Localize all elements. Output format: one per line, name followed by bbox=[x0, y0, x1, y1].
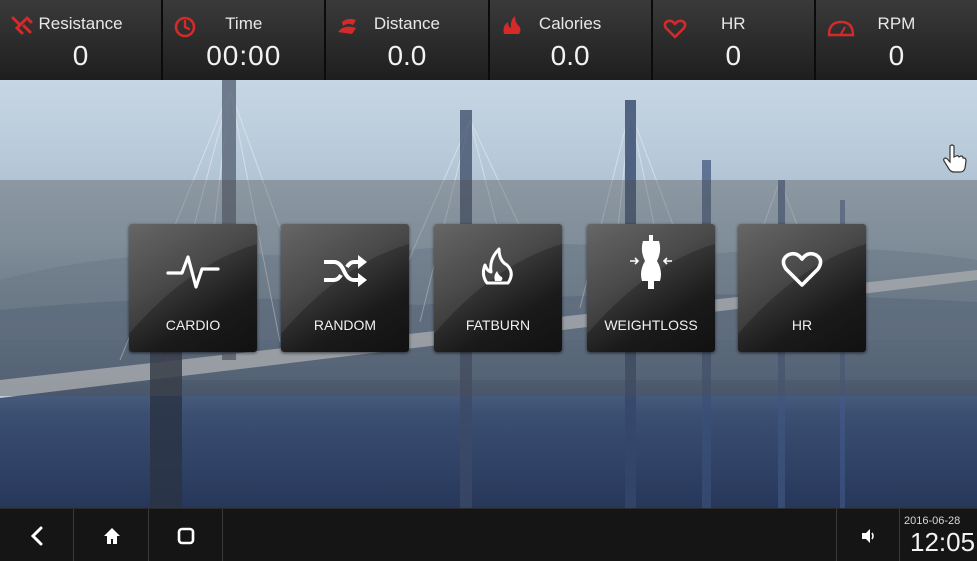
stat-calories: Calories 0.0 bbox=[490, 0, 653, 80]
recents-icon bbox=[177, 527, 194, 544]
stat-value: 0 bbox=[72, 40, 89, 71]
program-label: HR bbox=[791, 317, 813, 333]
pulse-icon bbox=[166, 255, 220, 289]
program-label: WEIGHTLOSS bbox=[604, 317, 698, 333]
stat-label: Time bbox=[225, 14, 263, 33]
stat-label: HR bbox=[720, 14, 746, 33]
recents-button[interactable] bbox=[149, 509, 223, 561]
stat-label: Resistance bbox=[38, 14, 123, 33]
stat-label: RPM bbox=[877, 14, 916, 33]
system-bar: 2016-06-28 12:05 bbox=[0, 508, 977, 561]
flame-icon bbox=[481, 247, 513, 285]
stat-time: Time 00:00 bbox=[163, 0, 327, 80]
stat-value: 0 bbox=[725, 40, 742, 71]
volume-icon bbox=[862, 528, 874, 543]
system-clock: 12:05 bbox=[910, 527, 976, 557]
hand-cursor-icon bbox=[943, 144, 967, 173]
system-date: 2016-06-28 bbox=[904, 515, 961, 527]
stat-value: 0.0 bbox=[550, 40, 590, 71]
program-tile-fatburn[interactable]: FATBURN bbox=[434, 224, 562, 352]
program-tile-cardio[interactable]: CARDIO bbox=[129, 224, 257, 352]
stat-value: 0 bbox=[888, 40, 905, 71]
program-tile-random[interactable]: RANDOM bbox=[281, 224, 409, 352]
body-icon bbox=[630, 235, 672, 289]
program-label: CARDIO bbox=[165, 317, 221, 333]
program-label: FATBURN bbox=[465, 317, 531, 333]
stat-hr: HR 0 bbox=[653, 0, 816, 80]
home-button[interactable] bbox=[75, 509, 149, 561]
stat-rpm: RPM 0 bbox=[816, 0, 977, 80]
stat-distance: Distance 0.0 bbox=[326, 0, 490, 80]
program-tile-weightloss[interactable]: WEIGHTLOSS bbox=[587, 224, 715, 352]
volume-button[interactable] bbox=[836, 509, 900, 561]
back-button[interactable] bbox=[0, 509, 74, 561]
shuffle-icon bbox=[324, 255, 367, 287]
stat-label: Distance bbox=[373, 14, 440, 33]
home-icon bbox=[103, 527, 120, 544]
heart-icon bbox=[781, 251, 823, 287]
program-selector: CARDIO RANDOM FATBURN WEIGHTLOSS HR bbox=[0, 224, 977, 352]
stats-bar: Resistance 0 Time 00:00 Distance 0.0 Cal… bbox=[0, 0, 977, 80]
stat-resistance: Resistance 0 bbox=[0, 0, 164, 80]
stat-value: 0.0 bbox=[387, 40, 427, 71]
program-label: RANDOM bbox=[313, 317, 377, 333]
program-tile-hr[interactable]: HR bbox=[738, 224, 866, 352]
stat-label: Calories bbox=[538, 14, 602, 33]
stat-value: 00:00 bbox=[206, 40, 282, 71]
back-icon bbox=[30, 526, 42, 545]
